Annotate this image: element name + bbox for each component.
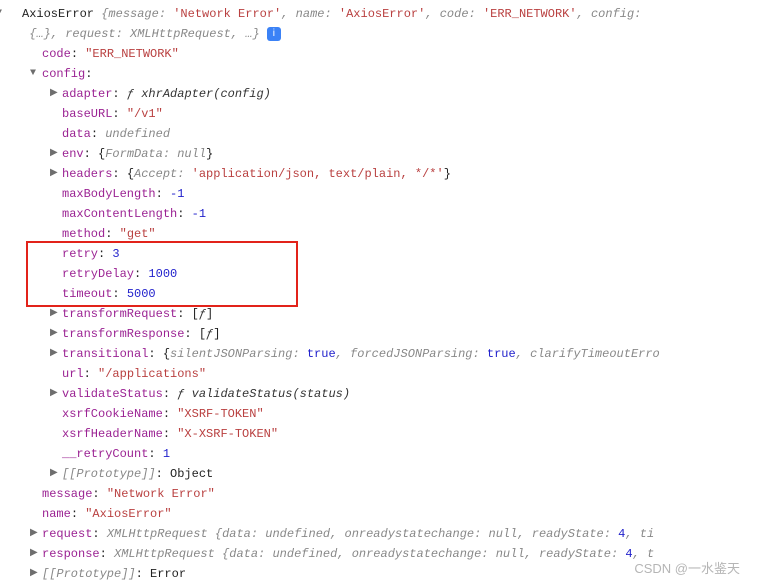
toggle-icon[interactable] — [0, 4, 6, 24]
toggle-icon[interactable] — [30, 544, 40, 564]
prop-transformResponse[interactable]: transformResponse: [ƒ] — [8, 324, 750, 344]
prop-xsrfHeaderName[interactable]: xsrfHeaderName: "X-XSRF-TOKEN" — [8, 424, 750, 444]
error-summary[interactable]: AxiosError {message: 'Network Error', na… — [8, 4, 750, 44]
toggle-icon[interactable] — [30, 564, 40, 584]
prop-name[interactable]: name: "AxiosError" — [8, 504, 750, 524]
toggle-icon[interactable] — [30, 64, 40, 84]
prop-validateStatus[interactable]: validateStatus: ƒ validateStatus(status) — [8, 384, 750, 404]
prop-config[interactable]: config: — [8, 64, 750, 84]
toggle-icon[interactable] — [50, 144, 60, 164]
classname: AxiosError — [22, 7, 94, 21]
toggle-icon[interactable] — [50, 304, 60, 324]
prop-maxBodyLength[interactable]: maxBodyLength: -1 — [8, 184, 750, 204]
toggle-icon[interactable] — [50, 84, 60, 104]
prop-baseURL[interactable]: baseURL: "/v1" — [8, 104, 750, 124]
prop-transitional[interactable]: transitional: {silentJSONParsing: true, … — [8, 344, 750, 364]
prop-maxContentLength[interactable]: maxContentLength: -1 — [8, 204, 750, 224]
prop-retryCount[interactable]: __retryCount: 1 — [8, 444, 750, 464]
prop-retry[interactable]: retry: 3 — [8, 244, 750, 264]
prop-message[interactable]: message: "Network Error" — [8, 484, 750, 504]
toggle-icon[interactable] — [50, 164, 60, 184]
toggle-icon[interactable] — [50, 384, 60, 404]
prop-timeout[interactable]: timeout: 5000 — [8, 284, 750, 304]
prop-adapter[interactable]: adapter: ƒ xhrAdapter(config) — [8, 84, 750, 104]
prop-url[interactable]: url: "/applications" — [8, 364, 750, 384]
watermark: CSDN @一水鉴天 — [634, 559, 740, 579]
prop-retryDelay[interactable]: retryDelay: 1000 — [8, 264, 750, 284]
prop-headers[interactable]: headers: {Accept: 'application/json, tex… — [8, 164, 750, 184]
toggle-icon[interactable] — [30, 524, 40, 544]
prop-method[interactable]: method: "get" — [8, 224, 750, 244]
prop-data[interactable]: data: undefined — [8, 124, 750, 144]
prop-transformRequest[interactable]: transformRequest: [ƒ] — [8, 304, 750, 324]
prop-code[interactable]: code: "ERR_NETWORK" — [8, 44, 750, 64]
toggle-icon[interactable] — [50, 344, 60, 364]
prop-config-prototype[interactable]: [[Prototype]]: Object — [8, 464, 750, 484]
prop-request[interactable]: request: XMLHttpRequest {data: undefined… — [8, 524, 750, 544]
info-icon[interactable]: i — [267, 27, 281, 41]
prop-env[interactable]: env: {FormData: null} — [8, 144, 750, 164]
toggle-icon[interactable] — [50, 324, 60, 344]
prop-xsrfCookieName[interactable]: xsrfCookieName: "XSRF-TOKEN" — [8, 404, 750, 424]
toggle-icon[interactable] — [50, 464, 60, 484]
